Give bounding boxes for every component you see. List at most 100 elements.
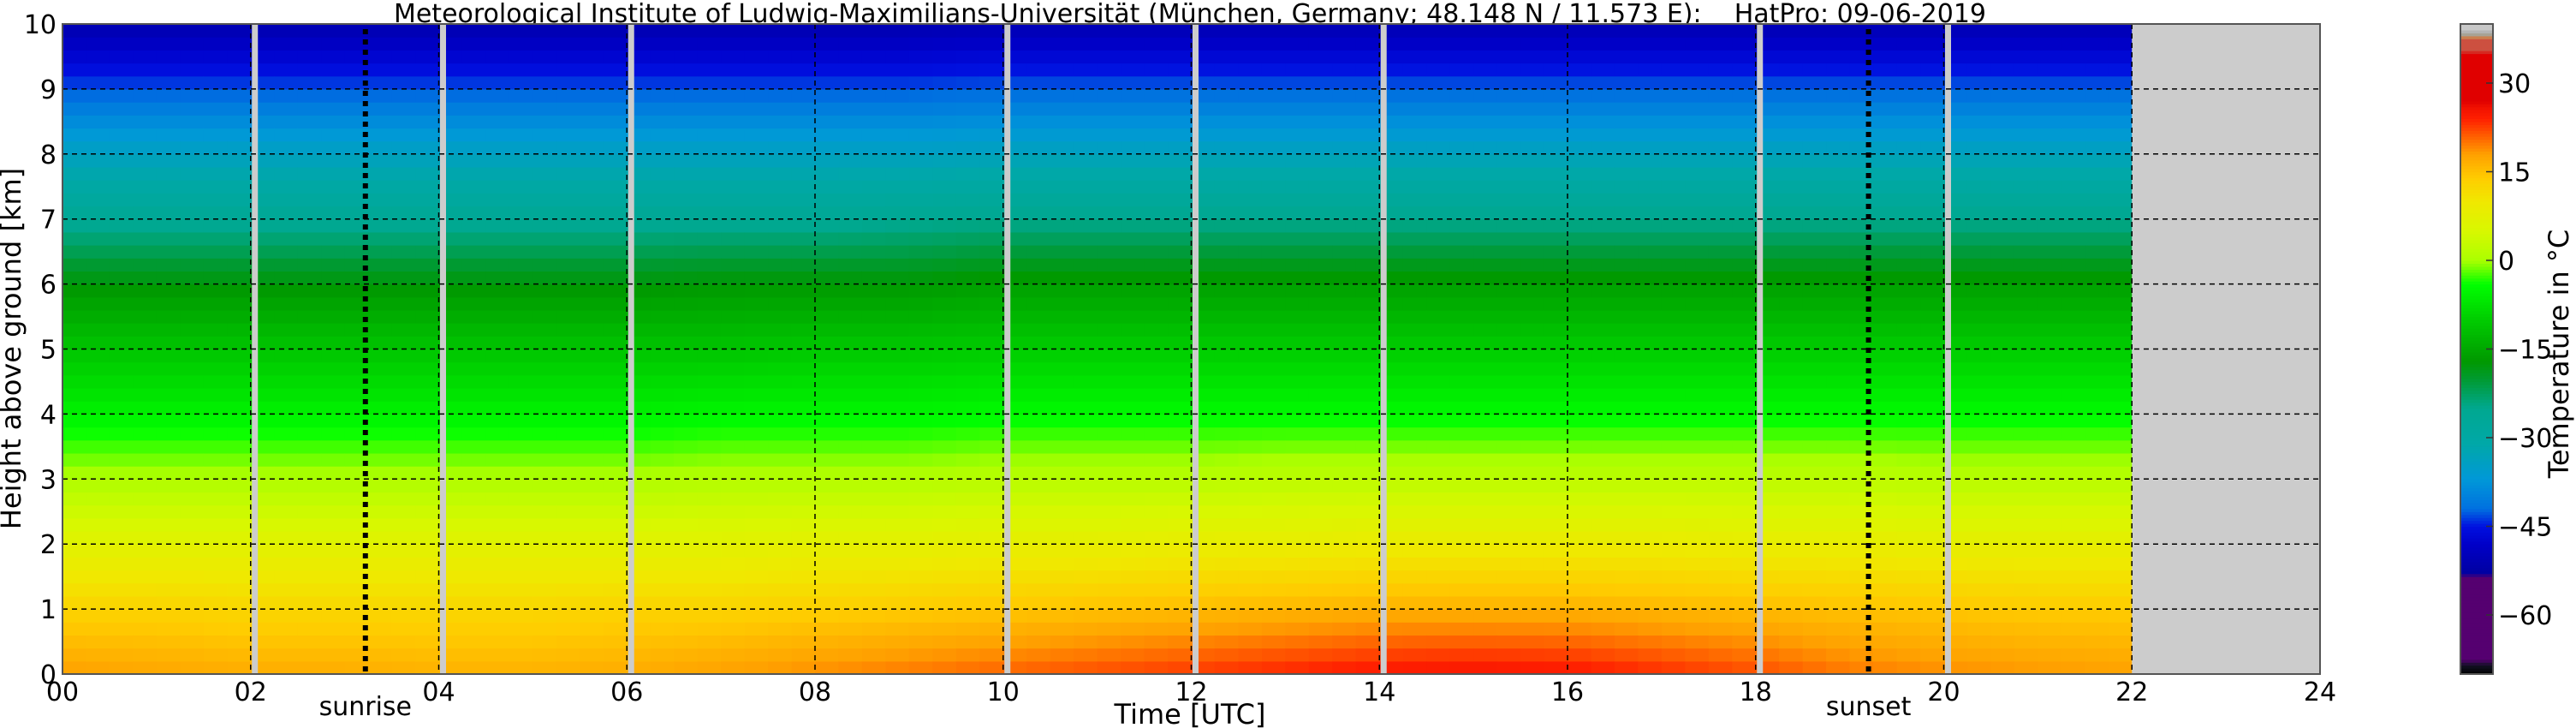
- heatmap-cell: [1826, 153, 1851, 168]
- heatmap-cell: [227, 180, 252, 194]
- heatmap-cell: [86, 115, 110, 129]
- heatmap-cell: [180, 361, 205, 376]
- heatmap-cell: [1026, 401, 1051, 415]
- heatmap-cell: [509, 271, 533, 285]
- heatmap-cell: [979, 401, 1004, 415]
- heatmap-cell: [133, 153, 158, 168]
- heatmap-cell: [203, 37, 228, 51]
- heatmap-cell: [1896, 88, 1921, 103]
- heatmap-cell: [1074, 595, 1098, 610]
- y-tick-label: 9: [40, 75, 57, 105]
- heatmap-cell: [1332, 439, 1357, 454]
- heatmap-cell: [1050, 427, 1074, 441]
- heatmap-cell: [556, 504, 580, 519]
- heatmap-cell: [932, 63, 957, 77]
- heatmap-cell: [1121, 323, 1145, 337]
- heatmap-cell: [1685, 466, 1710, 480]
- heatmap-cell: [1568, 647, 1592, 662]
- heatmap-cell: [1332, 531, 1357, 545]
- heatmap-cell: [815, 88, 840, 103]
- heatmap-cell: [556, 479, 580, 493]
- heatmap-cell: [1638, 153, 1663, 168]
- heatmap-cell: [1896, 635, 1921, 649]
- heatmap-cell: [1496, 582, 1521, 597]
- heatmap-cell: [2108, 609, 2133, 623]
- heatmap-cell: [1779, 361, 1804, 376]
- heatmap-cell: [955, 544, 980, 558]
- heatmap-cell: [1896, 140, 1921, 155]
- heatmap-cell: [1873, 258, 1898, 272]
- colorbar-segment: [2460, 33, 2493, 37]
- heatmap-cell: [1332, 206, 1357, 220]
- colorbar-segment: [2460, 29, 2493, 33]
- heatmap-cell: [580, 166, 604, 181]
- heatmap-cell: [1544, 309, 1568, 324]
- heatmap-cell: [1238, 557, 1263, 571]
- heatmap-cell: [1732, 595, 1757, 610]
- heatmap-cell: [274, 439, 299, 454]
- heatmap-cell: [1591, 414, 1615, 428]
- colorbar-segment: [2460, 130, 2493, 134]
- heatmap-cell: [2108, 361, 2133, 376]
- heatmap-cell: [133, 336, 158, 350]
- heatmap-cell: [861, 427, 887, 441]
- heatmap-cell: [391, 309, 416, 324]
- heatmap-cell: [227, 660, 252, 675]
- heatmap-cell: [485, 570, 510, 584]
- heatmap-cell: [1261, 401, 1286, 415]
- heatmap-cell: [1026, 544, 1051, 558]
- heatmap-cell: [297, 37, 322, 51]
- heatmap-cell: [1355, 271, 1380, 285]
- heatmap-cell: [1285, 206, 1310, 220]
- heatmap-cell: [1285, 414, 1310, 428]
- heatmap-cell: [1920, 102, 1945, 116]
- heatmap-cell: [932, 88, 957, 103]
- heatmap-cell: [156, 635, 181, 649]
- heatmap-cell: [1873, 361, 1898, 376]
- heatmap-cell: [1261, 271, 1286, 285]
- heatmap-cell: [861, 166, 887, 181]
- heatmap-cell: [955, 245, 980, 259]
- heatmap-cell: [908, 309, 933, 324]
- heatmap-cell: [1920, 647, 1945, 662]
- heatmap-cell: [979, 660, 1004, 675]
- heatmap-cell: [1026, 517, 1051, 532]
- colorbar-segment: [2460, 499, 2493, 504]
- heatmap-cell: [1520, 544, 1545, 558]
- heatmap-cell: [1473, 309, 1498, 324]
- heatmap-cell: [1426, 531, 1451, 545]
- heatmap-cell: [556, 635, 580, 649]
- heatmap-cell: [932, 504, 957, 519]
- heatmap-cell: [1896, 24, 1921, 38]
- heatmap-cell: [1966, 439, 1992, 454]
- heatmap-cell: [955, 283, 980, 298]
- heatmap-cell: [2108, 374, 2133, 389]
- heatmap-cell: [62, 660, 87, 675]
- heatmap-cell: [1896, 336, 1921, 350]
- colorbar-segment: [2460, 198, 2493, 202]
- heatmap-cell: [532, 245, 557, 259]
- heatmap-cell: [1097, 531, 1121, 545]
- heatmap-cell: [1544, 466, 1568, 480]
- heatmap-cell: [391, 218, 416, 233]
- heatmap-cell: [580, 414, 604, 428]
- heatmap-cell: [580, 427, 604, 441]
- heatmap-cell: [461, 647, 487, 662]
- colorbar-segment: [2460, 508, 2493, 512]
- heatmap-cell: [1614, 349, 1639, 363]
- colorbar-segment: [2460, 236, 2493, 241]
- heatmap-cell: [721, 283, 746, 298]
- heatmap-cell: [1520, 517, 1545, 532]
- heatmap-cell: [1732, 374, 1757, 389]
- heatmap-cell: [1896, 323, 1921, 337]
- heatmap-cell: [674, 582, 699, 597]
- heatmap-cell: [461, 102, 487, 116]
- heatmap-cell: [1332, 414, 1357, 428]
- colorbar-segment: [2460, 51, 2493, 55]
- heatmap-cell: [650, 24, 675, 38]
- heatmap-cell: [1050, 349, 1074, 363]
- heatmap-cell: [697, 361, 722, 376]
- heatmap-cell: [1920, 258, 1945, 272]
- heatmap-cell: [1074, 517, 1098, 532]
- heatmap-cell: [509, 635, 533, 649]
